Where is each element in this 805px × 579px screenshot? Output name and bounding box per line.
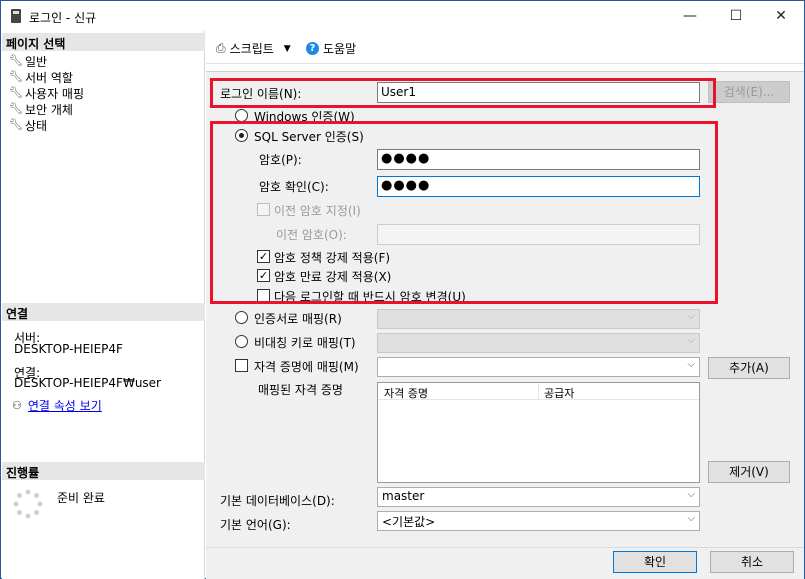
nav-item-user-mapping[interactable]: 🔧︎ 사용자 매핑 <box>9 85 84 101</box>
server-value: DESKTOP-HEIEP4F <box>14 342 123 356</box>
cancel-button[interactable]: 취소 <box>710 551 794 573</box>
credential-mapping-checkbox[interactable] <box>235 359 248 372</box>
nav-item-label: 서버 역할 <box>25 70 73 85</box>
credential-mapping-label: 자격 증명에 매핑(M) <box>254 360 359 374</box>
asym-key-mapping-radio[interactable] <box>235 335 248 348</box>
help-icon: ? <box>306 42 319 55</box>
script-label: 스크립트 <box>229 42 274 56</box>
default-lang-label: 기본 언어(G): <box>220 518 291 532</box>
progress-spinner-icon <box>13 489 43 519</box>
mapped-credentials-label: 매핑된 자격 증명 <box>258 383 343 397</box>
mapped-credentials-list[interactable]: 자격 증명 공급자 <box>377 382 700 483</box>
cert-mapping-radio[interactable] <box>235 311 248 324</box>
search-button[interactable]: 검색(E)... <box>708 81 790 103</box>
toolbar: ⎙ 스크립트 ▼ ? 도움말 <box>206 31 804 64</box>
list-header: 자격 증명 공급자 <box>378 383 699 400</box>
nav-item-status[interactable]: 🔧︎ 상태 <box>9 117 47 133</box>
page-select-header: 페이지 선택 <box>2 33 205 51</box>
minimize-button[interactable]: — <box>667 1 713 31</box>
wrench-icon: 🔧︎ <box>9 54 23 67</box>
progress-status: 준비 완료 <box>57 491 105 505</box>
chevron-down-icon: ⌵ <box>687 489 695 500</box>
chevron-down-icon: ⌵ <box>687 335 695 346</box>
cert-mapping-label: 인증서로 매핑(R) <box>254 312 342 326</box>
window-title: 로그인 - 신규 <box>29 11 97 25</box>
chevron-down-icon: ▼ <box>283 43 291 54</box>
nav-item-securables[interactable]: 🔧︎ 보안 개체 <box>9 101 73 117</box>
maximize-button[interactable]: ☐ <box>713 1 759 31</box>
view-properties-link[interactable]: 연결 속성 보기 <box>28 397 102 414</box>
cert-mapping-combo[interactable]: ⌵ <box>377 309 700 329</box>
nav-item-label: 보안 개체 <box>25 102 73 117</box>
login-name-highlight <box>210 78 716 108</box>
wrench-icon: 🔧︎ <box>9 70 23 83</box>
nav-item-label: 일반 <box>25 54 48 69</box>
default-db-value: master <box>382 489 425 503</box>
column-provider[interactable]: 공급자 <box>544 385 574 401</box>
asym-key-mapping-label: 비대칭 키로 매핑(T) <box>254 336 356 350</box>
close-button[interactable]: ✕ <box>758 1 804 31</box>
nav-item-label: 사용자 매핑 <box>25 86 85 101</box>
ok-button[interactable]: 확인 <box>613 551 697 573</box>
column-divider <box>538 383 539 400</box>
default-lang-combo[interactable]: <기본값> ⌵ <box>377 511 700 531</box>
default-lang-value: <기본값> <box>382 515 436 529</box>
title-bar[interactable]: 로그인 - 신규 — ☐ ✕ <box>1 1 804 31</box>
chevron-down-icon: ⌵ <box>687 513 695 524</box>
add-credential-button[interactable]: 추가(A) <box>708 357 790 379</box>
wrench-icon: 🔧︎ <box>9 118 23 131</box>
app-icon <box>11 9 21 23</box>
column-credential[interactable]: 자격 증명 <box>384 385 428 401</box>
remove-credential-button[interactable]: 제거(V) <box>708 461 790 483</box>
asym-key-mapping-combo[interactable]: ⌵ <box>377 333 700 353</box>
wrench-icon: 🔧︎ <box>9 86 23 99</box>
connection-properties-icon: ⚇ <box>12 399 22 412</box>
default-db-label: 기본 데이터베이스(D): <box>220 494 335 508</box>
script-icon: ⎙ <box>216 41 226 55</box>
credential-mapping-combo[interactable]: ⌵ <box>377 357 700 377</box>
connection-value: DESKTOP-HEIEP4F₩user <box>14 376 161 390</box>
progress-header: 진행률 <box>2 462 205 480</box>
login-dialog: 로그인 - 신규 — ☐ ✕ 페이지 선택 🔧︎ 일반 🔧︎ 서버 역할 🔧︎ … <box>0 0 805 579</box>
default-db-combo[interactable]: master ⌵ <box>377 487 700 507</box>
help-label: 도움말 <box>323 42 357 56</box>
connection-header: 연결 <box>2 303 205 321</box>
left-pane: 페이지 선택 🔧︎ 일반 🔧︎ 서버 역할 🔧︎ 사용자 매핑 🔧︎ 보안 개체… <box>2 31 205 579</box>
chevron-down-icon: ⌵ <box>687 311 695 322</box>
help-button[interactable]: ? 도움말 <box>306 40 356 57</box>
script-button[interactable]: ⎙ 스크립트 ▼ <box>216 40 291 57</box>
nav-item-label: 상태 <box>25 118 48 133</box>
sql-auth-highlight <box>210 121 718 304</box>
chevron-down-icon: ⌵ <box>687 359 695 370</box>
nav-item-general[interactable]: 🔧︎ 일반 <box>9 53 47 69</box>
wrench-icon: 🔧︎ <box>9 102 23 115</box>
view-connection-properties[interactable]: ⚇ 연결 속성 보기 <box>12 397 102 414</box>
nav-item-server-roles[interactable]: 🔧︎ 서버 역할 <box>9 69 73 85</box>
